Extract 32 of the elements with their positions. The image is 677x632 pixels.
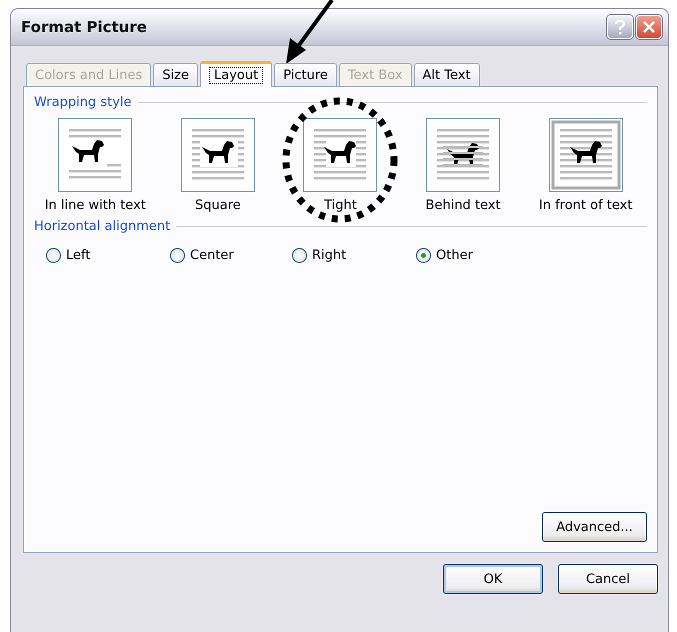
radio-button[interactable]	[170, 248, 185, 263]
option-label: Behind text	[426, 198, 501, 213]
advanced-button[interactable]: Advanced...	[542, 512, 647, 542]
section-heading: Wrapping style	[34, 95, 132, 110]
option-label: Tight	[324, 198, 357, 213]
radio-button[interactable]	[46, 248, 61, 263]
option-label: In line with text	[44, 198, 146, 213]
radio-button[interactable]	[292, 248, 307, 263]
ok-button[interactable]: OK	[443, 564, 543, 594]
help-icon	[615, 20, 625, 34]
radio-option[interactable]: Right	[292, 248, 416, 263]
radio-button[interactable]	[416, 248, 431, 263]
option-label: In front of text	[538, 198, 632, 213]
tab[interactable]: Alt Text	[414, 63, 480, 86]
wrapping-style-option[interactable]	[426, 118, 500, 192]
tab[interactable]: Size	[153, 63, 198, 86]
wrapping-style-option[interactable]	[303, 118, 378, 192]
tab[interactable]: Layout	[200, 61, 272, 87]
tab[interactable]: Picture	[274, 63, 337, 86]
window-title: Format Picture	[21, 18, 147, 36]
close-button[interactable]	[636, 15, 662, 39]
wrapping-style-icon	[550, 119, 622, 191]
radio-option[interactable]: Other	[416, 248, 540, 263]
close-icon	[642, 20, 656, 34]
radio-option[interactable]: Center	[170, 248, 292, 263]
option-label: Square	[195, 198, 241, 213]
wrapping-style-option[interactable]	[180, 118, 255, 192]
cancel-button[interactable]: Cancel	[558, 564, 658, 594]
wrapping-style-option[interactable]	[548, 118, 623, 192]
radio-option[interactable]: Left	[46, 248, 170, 263]
wrapping-style-option[interactable]	[58, 118, 132, 192]
section-heading: Horizontal alignment	[34, 219, 170, 234]
